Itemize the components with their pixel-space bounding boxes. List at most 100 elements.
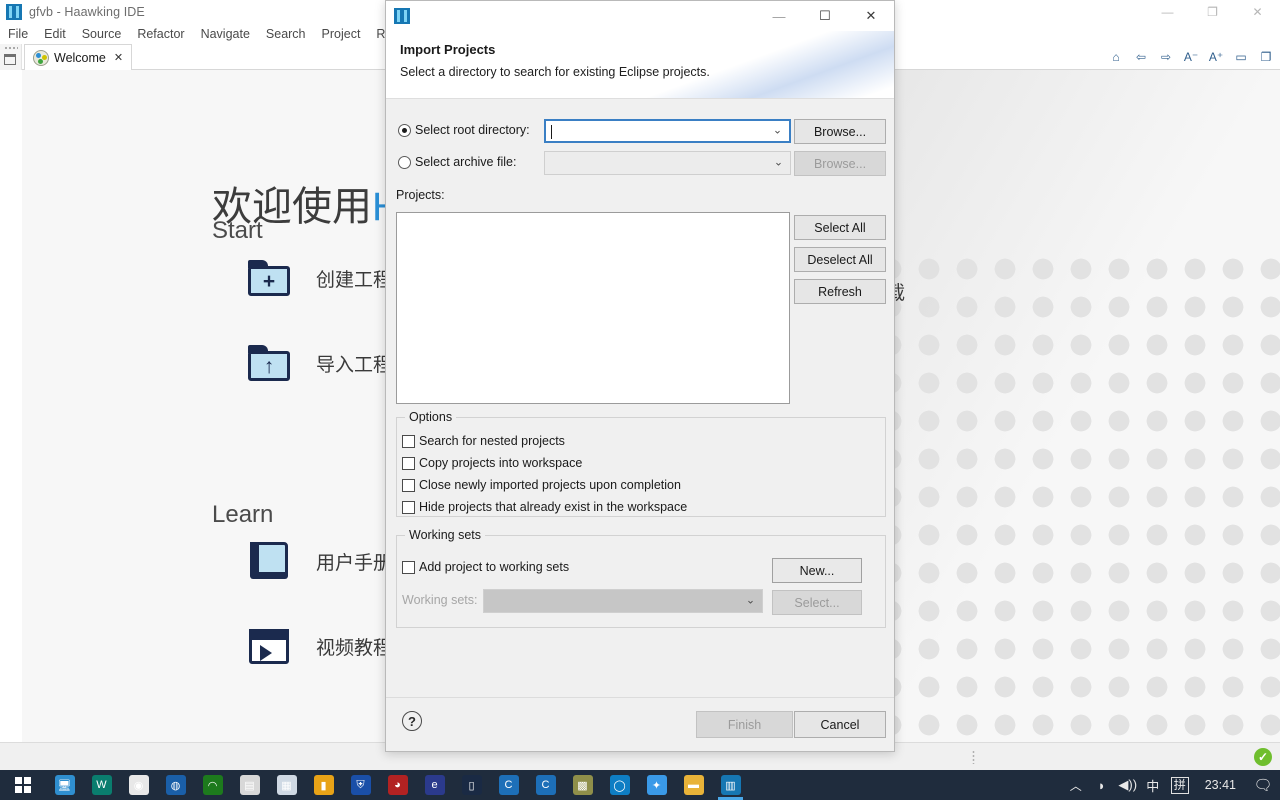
archive-file-radio-row[interactable]: Select archive file: [398,155,516,169]
start-button[interactable] [0,770,46,800]
welcome-link-user-manual[interactable]: 用户手册 [248,542,392,580]
root-directory-combo[interactable]: ⌄ [544,119,791,143]
chip-icon[interactable]: ▩ [564,770,601,800]
dialog-body: Select root directory: ⌄ Browse... Selec… [386,100,894,697]
edge-icon-glyph: ◯ [609,775,630,795]
deselect-all-button[interactable]: Deselect All [794,247,886,272]
working-sets-new-button[interactable]: New... [772,558,862,583]
menu-source[interactable]: Source [74,24,130,44]
menu-navigate[interactable]: Navigate [193,24,258,44]
chevron-down-icon[interactable]: ⌄ [773,125,782,136]
add-to-working-sets-row[interactable]: Add project to working sets [402,560,569,574]
ccs-icon-2[interactable]: C [527,770,564,800]
welcome-link-create-project[interactable]: + 创建工程 [248,260,392,296]
folder-yellow-icon[interactable]: ▮ [305,770,342,800]
tray-expand-icon[interactable]: ︿ [1063,770,1089,800]
minimize-view-icon[interactable]: ▭ [1233,49,1249,65]
edge-icon[interactable]: ◯ [601,770,638,800]
edge-legacy-icon[interactable]: e [416,770,453,800]
option-copy-projects-label: Copy projects into workspace [419,456,583,470]
option-close-imported-checkbox[interactable] [402,478,415,492]
projects-listbox[interactable] [396,212,790,404]
bird-icon[interactable]: ✦ [638,770,675,800]
panels-icon-glyph: ▯ [461,775,482,795]
menu-refactor[interactable]: Refactor [129,24,192,44]
video-icon [248,627,290,665]
forward-arrow-icon[interactable]: ⇨ [1158,49,1174,65]
tab-welcome[interactable]: Welcome ✕ [24,44,133,70]
refresh-button[interactable]: Refresh [794,279,886,304]
decrease-font-icon[interactable]: A⁻ [1183,49,1199,65]
volume-icon[interactable]: ◀)) [1115,770,1141,800]
option-hide-existing-row[interactable]: Hide projects that already exist in the … [402,500,687,514]
reader-icon[interactable]: ▦ [268,770,305,800]
tab-welcome-label: Welcome [54,50,106,65]
archive-file-radio-label: Select archive file: [415,155,517,169]
option-search-nested-row[interactable]: Search for nested projects [402,434,565,448]
ide-minimize-icon[interactable]: — [1145,0,1190,24]
record-icon[interactable]: ◕ [379,770,416,800]
add-to-working-sets-label: Add project to working sets [419,560,570,574]
option-close-imported-row[interactable]: Close newly imported projects upon compl… [402,478,681,492]
haawking-ide-icon[interactable]: ▥ [712,770,749,800]
ide-close-icon[interactable]: ✕ [1235,0,1280,24]
root-directory-browse-button[interactable]: Browse... [794,119,886,144]
maximize-view-icon[interactable]: ❐ [1258,49,1274,65]
clock[interactable]: 23:41 [1195,770,1246,800]
pinyin-icon[interactable]: 拼 [1165,770,1195,800]
working-sets-combo: ⌄ [483,589,763,613]
wifi-icon[interactable]: ◗ [1089,770,1115,800]
option-copy-projects-checkbox[interactable] [402,456,415,470]
ime-mode-icon[interactable]: 中 [1141,770,1165,800]
archive-file-radio[interactable] [398,155,411,169]
home-icon[interactable]: ⌂ [1108,49,1124,65]
back-arrow-icon[interactable]: ⇦ [1133,49,1149,65]
restore-view-icon[interactable] [4,54,16,65]
archive-file-combo: ⌄ [544,151,791,175]
add-to-working-sets-checkbox[interactable] [402,560,415,574]
text-cursor [551,125,552,139]
increase-font-icon[interactable]: A⁺ [1208,49,1224,65]
ccs-icon-1[interactable]: C [490,770,527,800]
help-icon[interactable]: ? [402,711,422,731]
folder-plus-icon: + [248,260,290,296]
book-icon [248,542,290,580]
drag-handle-dots-icon[interactable] [4,46,18,50]
root-directory-radio[interactable] [398,123,411,137]
select-all-button[interactable]: Select All [794,215,886,240]
player-icon[interactable]: ◍ [157,770,194,800]
menu-search[interactable]: Search [258,24,314,44]
welcome-link-video-tutorial[interactable]: 视频教程 [248,627,392,665]
editor-gutter [0,44,22,70]
dialog-window-controls: — ☐ ✕ [756,1,894,31]
option-search-nested-checkbox[interactable] [402,434,415,448]
archive-file-browse-button: Browse... [794,151,886,176]
wps-icon[interactable]: W [83,770,120,800]
tab-close-icon[interactable]: ✕ [114,51,123,64]
dialog-minimize-icon[interactable]: — [756,1,802,31]
root-directory-radio-row[interactable]: Select root directory: [398,123,530,137]
cancel-button[interactable]: Cancel [794,711,886,738]
ide-restore-icon[interactable]: ❐ [1190,0,1235,24]
panels-icon[interactable]: ▯ [453,770,490,800]
menu-file[interactable]: File [0,24,36,44]
dialog-close-icon[interactable]: ✕ [848,1,894,31]
notepad-icon[interactable]: ▤ [231,770,268,800]
chrome-icon[interactable]: ◉ [120,770,157,800]
welcome-learn-heading: Learn [212,501,274,528]
shield-icon[interactable]: ⛨ [342,770,379,800]
menu-edit[interactable]: Edit [36,24,74,44]
this-pc-icon[interactable]: 🖥 [46,770,83,800]
ccs-icon-1-glyph: C [498,775,519,795]
welcome-link-import-project[interactable]: ↑ 导入工程 [248,345,392,381]
dialog-maximize-icon[interactable]: ☐ [802,1,848,31]
notifications-icon[interactable]: 🗨 [1246,770,1280,800]
option-copy-projects-row[interactable]: Copy projects into workspace [402,456,582,470]
menu-project[interactable]: Project [314,24,369,44]
loading-icon[interactable]: ◠ [194,770,231,800]
option-hide-existing-checkbox[interactable] [402,500,415,514]
working-sets-group-title: Working sets [405,528,486,542]
dialog-heading: Import Projects [400,42,496,57]
chip-icon-glyph: ▩ [572,775,593,795]
file-explorer-icon[interactable]: ▬ [675,770,712,800]
